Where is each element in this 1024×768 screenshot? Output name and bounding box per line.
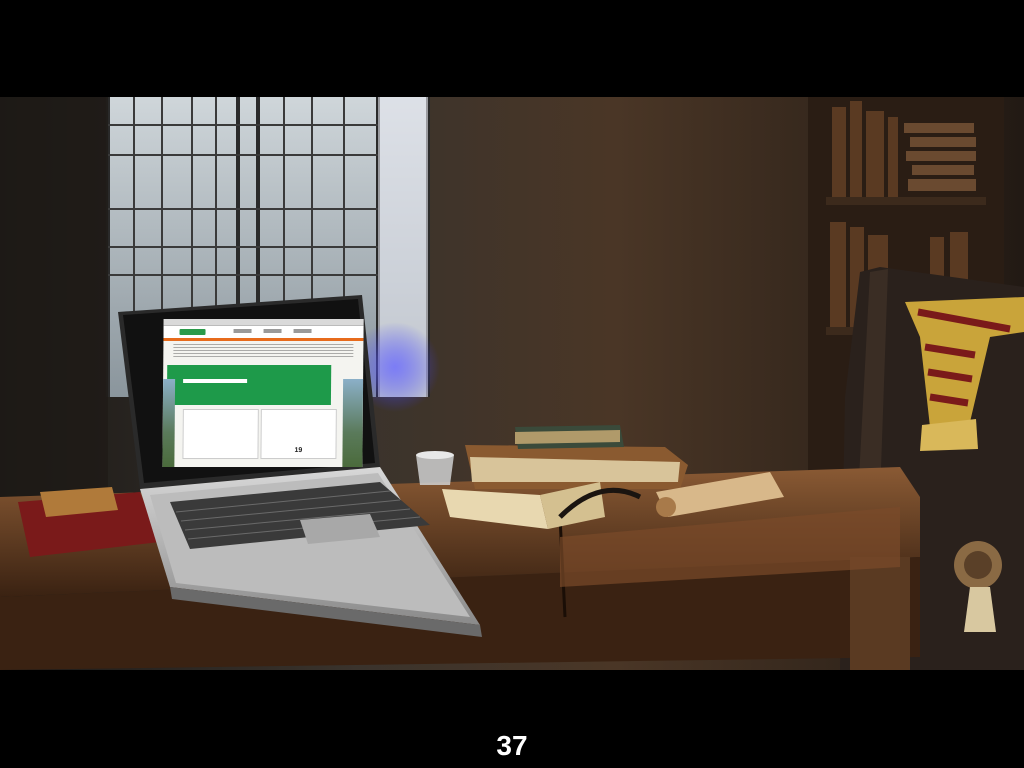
site-nav-item <box>263 329 282 333</box>
background-landscape <box>162 379 176 467</box>
site-nav-item <box>293 329 312 333</box>
laptop-screen: 19 <box>162 319 364 467</box>
browser-toolbar <box>163 319 364 326</box>
signup-panel <box>166 365 332 405</box>
background-landscape <box>342 379 364 467</box>
screen-badge: 19 <box>294 447 303 454</box>
slide-page-number: 37 <box>496 730 528 761</box>
slide-image: 19 <box>0 97 1024 670</box>
study-room-illustration <box>0 97 1024 670</box>
website-header <box>163 326 364 341</box>
site-logo <box>179 329 206 335</box>
site-nav-item <box>233 329 252 333</box>
content-column <box>182 409 259 459</box>
signup-field <box>183 379 248 383</box>
inkwell-icon <box>416 451 454 485</box>
intro-text <box>173 344 354 358</box>
